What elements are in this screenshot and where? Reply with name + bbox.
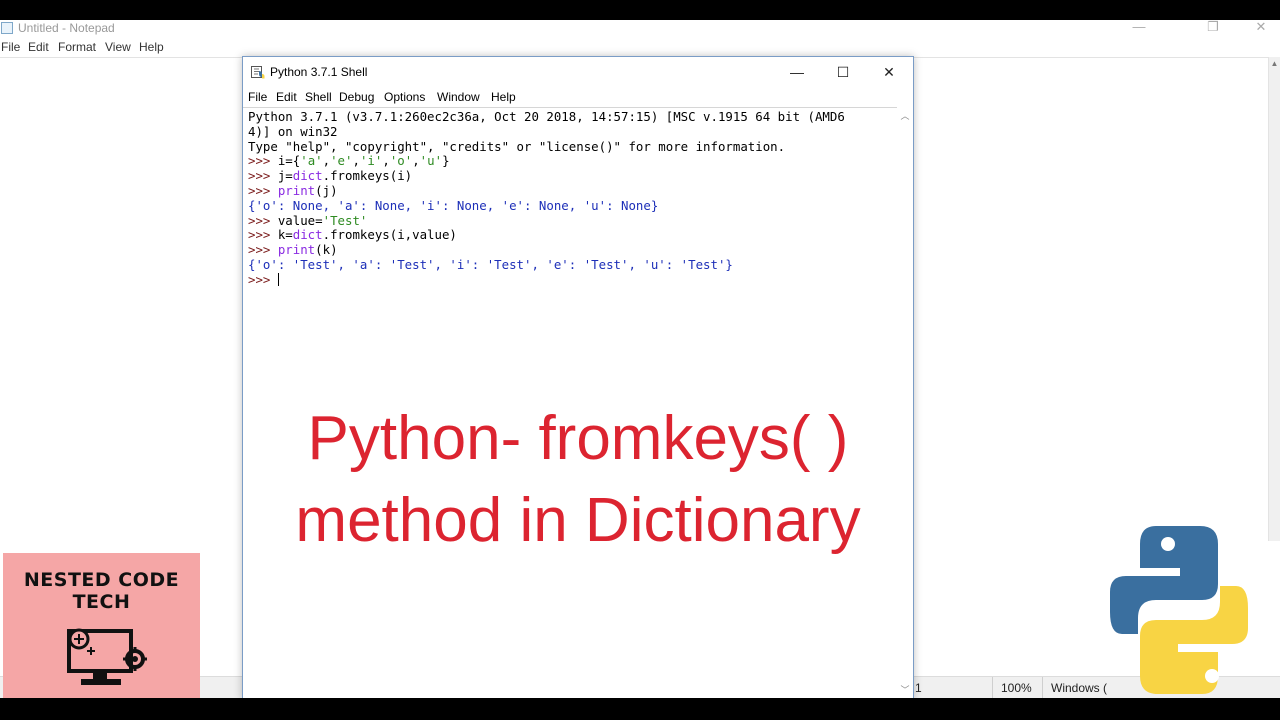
code-string: 'o' (389, 153, 413, 169)
code-k-assign-pre: k= (277, 227, 293, 243)
bottom-letterbox (0, 698, 1280, 720)
output-k: {'o': 'Test', 'a': 'Test', 'i': 'Test', … (248, 256, 733, 272)
notepad-menu-format[interactable]: Format (58, 38, 96, 56)
scroll-up-icon[interactable]: ︿ (897, 109, 913, 122)
banner-line-2: 4)] on win32 (248, 123, 338, 139)
python-logo (1110, 526, 1248, 694)
notepad-menu-edit[interactable]: Edit (28, 38, 49, 56)
shell-menu-shell[interactable]: Shell (305, 87, 332, 108)
code-string: 'e' (330, 153, 353, 169)
minimize-icon[interactable]: — (1124, 20, 1154, 38)
shell-menu-options[interactable]: Options (384, 87, 425, 108)
shell-prompt: >>> (248, 271, 278, 287)
code-i-assign-post: } (442, 153, 450, 169)
code-value-assign-pre: value= (277, 212, 323, 228)
shell-menubar: File Edit Shell Debug Options Window Hel… (243, 87, 913, 107)
code-builtin: dict (292, 168, 323, 184)
status-cursor-position: 1 (906, 677, 995, 699)
shell-prompt: >>> (248, 212, 278, 228)
code-j-assign-pre: j= (277, 168, 293, 184)
video-title-overlay: Python- fromkeys( ) method in Dictionary (242, 398, 914, 562)
notepad-title: Untitled - Notepad (18, 21, 115, 35)
banner-line-3: Type "help", "copyright", "credits" or "… (248, 138, 786, 154)
shell-menu-debug[interactable]: Debug (339, 87, 374, 108)
shell-prompt: >>> (248, 168, 278, 184)
code-string: 'a' (300, 153, 323, 169)
code-builtin: print (277, 182, 316, 198)
shell-menu-file[interactable]: File (248, 87, 267, 108)
close-icon[interactable]: ✕ (866, 57, 912, 87)
code-i-assign-pre: i={ (277, 153, 301, 169)
shell-title: Python 3.7.1 Shell (270, 65, 368, 79)
scroll-up-icon[interactable]: ▲ (1269, 59, 1280, 68)
code-print-k-args: (k) (315, 242, 338, 258)
code-string: 'i' (359, 153, 383, 169)
brand-badge: NESTED CODE TECH (3, 553, 200, 699)
notepad-menu-file[interactable]: File (1, 38, 20, 56)
code-builtin: print (277, 242, 316, 258)
overlay-line-1: Python- fromkeys( ) (307, 404, 849, 473)
code-string: 'u' (419, 153, 443, 169)
notepad-menu-view[interactable]: View (105, 38, 131, 56)
text-cursor (277, 272, 279, 286)
python-shell-window: Python 3.7.1 Shell — ☐ ✕ File Edit Shell… (242, 56, 914, 700)
code-builtin: dict (292, 227, 323, 243)
shell-menu-window[interactable]: Window (437, 87, 480, 108)
status-zoom: 100% (992, 677, 1041, 699)
banner-line-1: Python 3.7.1 (v3.7.1:260ec2c36a, Oct 20 … (248, 109, 845, 124)
shell-output: Python 3.7.1 (v3.7.1:260ec2c36a, Oct 20 … (248, 109, 845, 287)
computer-gear-icon (67, 628, 147, 685)
output-j: {'o': None, 'a': None, 'i': None, 'e': N… (248, 197, 659, 213)
shell-prompt: >>> (248, 227, 278, 243)
shell-titlebar[interactable]: Python 3.7.1 Shell — ☐ ✕ (243, 57, 913, 87)
notepad-menubar: File Edit Format View Help (0, 38, 1280, 56)
close-icon[interactable]: ✕ (1246, 20, 1276, 38)
restore-icon[interactable]: ❐ (1198, 20, 1228, 38)
notepad-app-icon (1, 22, 13, 34)
code-string: 'Test' (322, 212, 368, 228)
shell-menu-edit[interactable]: Edit (276, 87, 297, 108)
brand-name: NESTED CODE TECH (23, 569, 180, 613)
code-print-j-args: (j) (315, 182, 338, 198)
scroll-down-icon[interactable]: ﹀ (897, 683, 913, 696)
top-letterbox (0, 0, 1280, 20)
notepad-titlebar: Untitled - Notepad — ❐ ✕ (0, 20, 1280, 38)
python-shell-icon (251, 66, 265, 79)
shell-prompt: >>> (248, 182, 278, 198)
overlay-line-2: method in Dictionary (295, 486, 861, 555)
shell-prompt: >>> (248, 153, 278, 169)
maximize-icon[interactable]: ☐ (820, 57, 866, 87)
code-j-assign-post: .fromkeys(i) (322, 168, 413, 184)
notepad-menu-help[interactable]: Help (139, 38, 164, 56)
notepad-vertical-scrollbar[interactable]: ▲ (1268, 57, 1280, 541)
code-k-assign-post: .fromkeys(i,value) (322, 227, 457, 243)
shell-prompt: >>> (248, 242, 278, 258)
minimize-icon[interactable]: — (774, 57, 820, 87)
shell-menu-help[interactable]: Help (491, 87, 516, 108)
